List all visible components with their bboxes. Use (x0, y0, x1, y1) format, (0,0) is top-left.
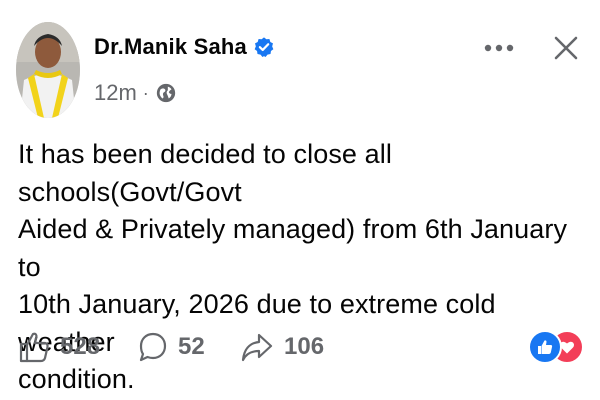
like-reaction-icon (528, 330, 562, 364)
avatar-image (16, 22, 80, 118)
post-card: Dr.Manik Saha 12m · It has been decided … (0, 0, 600, 400)
like-button[interactable]: 528 (18, 330, 100, 364)
author-row: Dr.Manik Saha (94, 34, 275, 60)
thumbs-up-icon (19, 332, 49, 363)
reaction-summary[interactable] (528, 330, 584, 366)
comment-count: 52 (178, 333, 205, 360)
more-dots-icon (484, 44, 514, 52)
globe-icon[interactable] (155, 82, 177, 104)
meta-separator: · (142, 83, 149, 103)
share-count: 106 (284, 333, 325, 360)
share-button[interactable]: 106 (240, 330, 324, 364)
close-button[interactable] (546, 28, 586, 68)
close-icon (554, 36, 578, 60)
post-meta: 12m · (94, 80, 177, 106)
comment-icon (139, 332, 167, 362)
verified-badge-icon (254, 37, 274, 57)
like-count: 528 (60, 333, 101, 360)
avatar[interactable] (16, 22, 80, 118)
post-timestamp[interactable]: 12m (94, 80, 137, 106)
share-arrow-icon (241, 333, 273, 362)
comment-button[interactable]: 52 (138, 330, 205, 364)
more-options-button[interactable] (484, 38, 514, 58)
author-name[interactable]: Dr.Manik Saha (94, 34, 247, 60)
